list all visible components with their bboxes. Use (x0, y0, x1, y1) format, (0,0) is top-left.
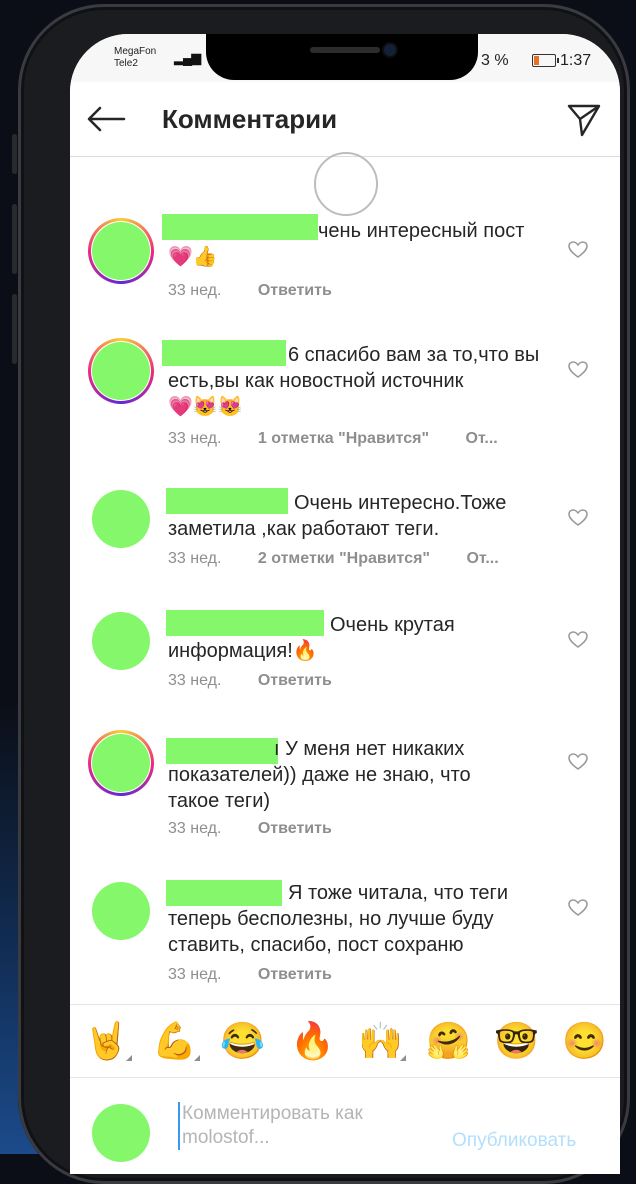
comment-meta: 33 нед. 2 отметки "Нравится" От... (168, 550, 531, 568)
like-heart-icon[interactable] (568, 630, 588, 650)
speaker-grille (310, 47, 380, 53)
skin-tone-indicator (126, 1055, 132, 1061)
comment-time: 33 нед. (168, 672, 222, 689)
emoji-glyph: 🤗 (426, 1020, 471, 1061)
like-heart-icon[interactable] (568, 898, 588, 918)
reply-button[interactable]: Ответить (258, 966, 332, 983)
comment-composer: Комментировать как molostof... Опубликов… (70, 1077, 620, 1174)
carrier-label: MegaFon Tele2 (114, 46, 156, 70)
publish-button[interactable]: Опубликовать (452, 1130, 576, 1152)
avatar[interactable] (92, 612, 150, 670)
app-screen: MegaFon Tele2 ▂▄▆ 3 % 1:37 Комментарии ч… (70, 34, 620, 1174)
volume-down-button (12, 294, 17, 364)
current-user-avatar (92, 1104, 150, 1162)
post-author-avatar[interactable] (314, 152, 378, 216)
top-bar: Комментарии (70, 82, 620, 216)
emoji-tears-of-joy[interactable]: 😂 (220, 1019, 265, 1063)
comment-item: Я тоже читала, что теги теперь бесполезн… (70, 880, 620, 990)
reply-button[interactable]: От... (466, 430, 498, 447)
comment-text: Очень интересно.Тоже заметила ,как работ… (168, 492, 507, 540)
emoji-raising-hands[interactable]: 🙌 (358, 1019, 406, 1063)
skin-tone-indicator (400, 1055, 406, 1061)
emoji-smiling[interactable]: 😊 (562, 1019, 607, 1063)
volume-up-button (12, 204, 17, 274)
direct-send-icon[interactable] (566, 102, 602, 138)
comment-item: чень интересный пост 💗👍 33 нед. Ответить (70, 214, 620, 314)
comment-text: Очень крутая информация!🔥 (168, 614, 455, 662)
battery-icon (532, 54, 559, 67)
avatar[interactable] (92, 222, 150, 280)
emoji-nerd[interactable]: 🤓 (494, 1019, 539, 1063)
comment-text: чень интересный пост (318, 220, 525, 242)
avatar[interactable] (92, 882, 150, 940)
like-heart-icon[interactable] (568, 752, 588, 772)
back-arrow-icon[interactable] (86, 104, 126, 134)
signal-icon: ▂▄▆ (174, 50, 201, 65)
comment-time: 33 нед. (168, 966, 222, 983)
comment-item: 6 спасибо вам за то,что вы есть,вы как н… (70, 338, 620, 468)
phone-frame: MegaFon Tele2 ▂▄▆ 3 % 1:37 Комментарии ч… (12, 4, 630, 1184)
battery-percent: 3 % (481, 52, 509, 69)
emoji-glyph: 😊 (562, 1020, 607, 1061)
username-redacted[interactable] (162, 214, 318, 240)
emoji-glyph: 💪 (152, 1020, 197, 1061)
comment-meta: 33 нед. Ответить (168, 282, 364, 300)
comment-meta: 33 нед. 1 отметка "Нравится" От... (168, 430, 530, 448)
comment-input[interactable]: Комментировать как molostof... (178, 1102, 402, 1150)
reply-button[interactable]: Ответить (258, 672, 332, 689)
reply-button[interactable]: Ответить (258, 820, 332, 837)
emoji-fire[interactable]: 🔥 (290, 1019, 335, 1063)
comment-meta: 33 нед. Ответить (168, 820, 364, 838)
emoji-glyph: 🔥 (290, 1020, 335, 1061)
comment-meta: 33 нед. Ответить (168, 672, 364, 690)
likes-count[interactable]: 2 отметки "Нравится" (258, 550, 430, 567)
notch (206, 34, 478, 80)
emoji-glyph: 😂 (220, 1020, 265, 1061)
emoji-quick-bar: 🤘 💪 😂 🔥 🙌 🤗 🤓 😊 (70, 1004, 620, 1077)
avatar[interactable] (92, 490, 150, 548)
comment-meta: 33 нед. Ответить (168, 966, 364, 984)
emoji-glyph: 🙌 (358, 1020, 403, 1061)
like-heart-icon[interactable] (568, 240, 588, 260)
front-camera (384, 44, 396, 56)
emoji-flexed-biceps[interactable]: 💪 (152, 1019, 200, 1063)
comment-text: 6 спасибо вам за то,что вы есть,вы как н… (168, 344, 540, 392)
comment-emoji: 💗😻😻 (168, 396, 243, 418)
emoji-glyph: 🤘 (84, 1020, 129, 1061)
page-title: Комментарии (162, 104, 338, 134)
comment-emoji: 💗👍 (168, 246, 218, 268)
comment-item: ı У меня нет никаких показателей)) даже … (70, 730, 620, 860)
comment-text: ı У меня нет никаких показателей)) даже … (168, 738, 471, 812)
mute-switch (12, 134, 17, 174)
avatar[interactable] (92, 734, 150, 792)
comment-time: 33 нед. (168, 282, 222, 299)
comment-time: 33 нед. (168, 550, 222, 567)
comment-time: 33 нед. (168, 430, 222, 447)
comment-item: Очень интересно.Тоже заметила ,как работ… (70, 486, 620, 586)
comment-text: Я тоже читала, что теги теперь бесполезн… (168, 882, 509, 956)
avatar[interactable] (92, 342, 150, 400)
carrier-1: MegaFon (114, 46, 157, 57)
emoji-rock-on[interactable]: 🤘 (84, 1019, 132, 1063)
comment-item: Очень крутая информация!🔥 33 нед. Ответи… (70, 608, 620, 708)
likes-count[interactable]: 1 отметка "Нравится" (258, 430, 429, 447)
status-bar: MegaFon Tele2 ▂▄▆ 3 % 1:37 (70, 34, 620, 82)
clock: 1:37 (560, 52, 592, 69)
emoji-hugging[interactable]: 🤗 (426, 1019, 471, 1063)
carrier-2: Tele2 (114, 58, 138, 69)
like-heart-icon[interactable] (568, 360, 588, 380)
like-heart-icon[interactable] (568, 508, 588, 528)
reply-button[interactable]: От... (466, 550, 498, 567)
comment-time: 33 нед. (168, 820, 222, 837)
emoji-glyph: 🤓 (494, 1020, 539, 1061)
reply-button[interactable]: Ответить (258, 282, 332, 299)
skin-tone-indicator (194, 1055, 200, 1061)
